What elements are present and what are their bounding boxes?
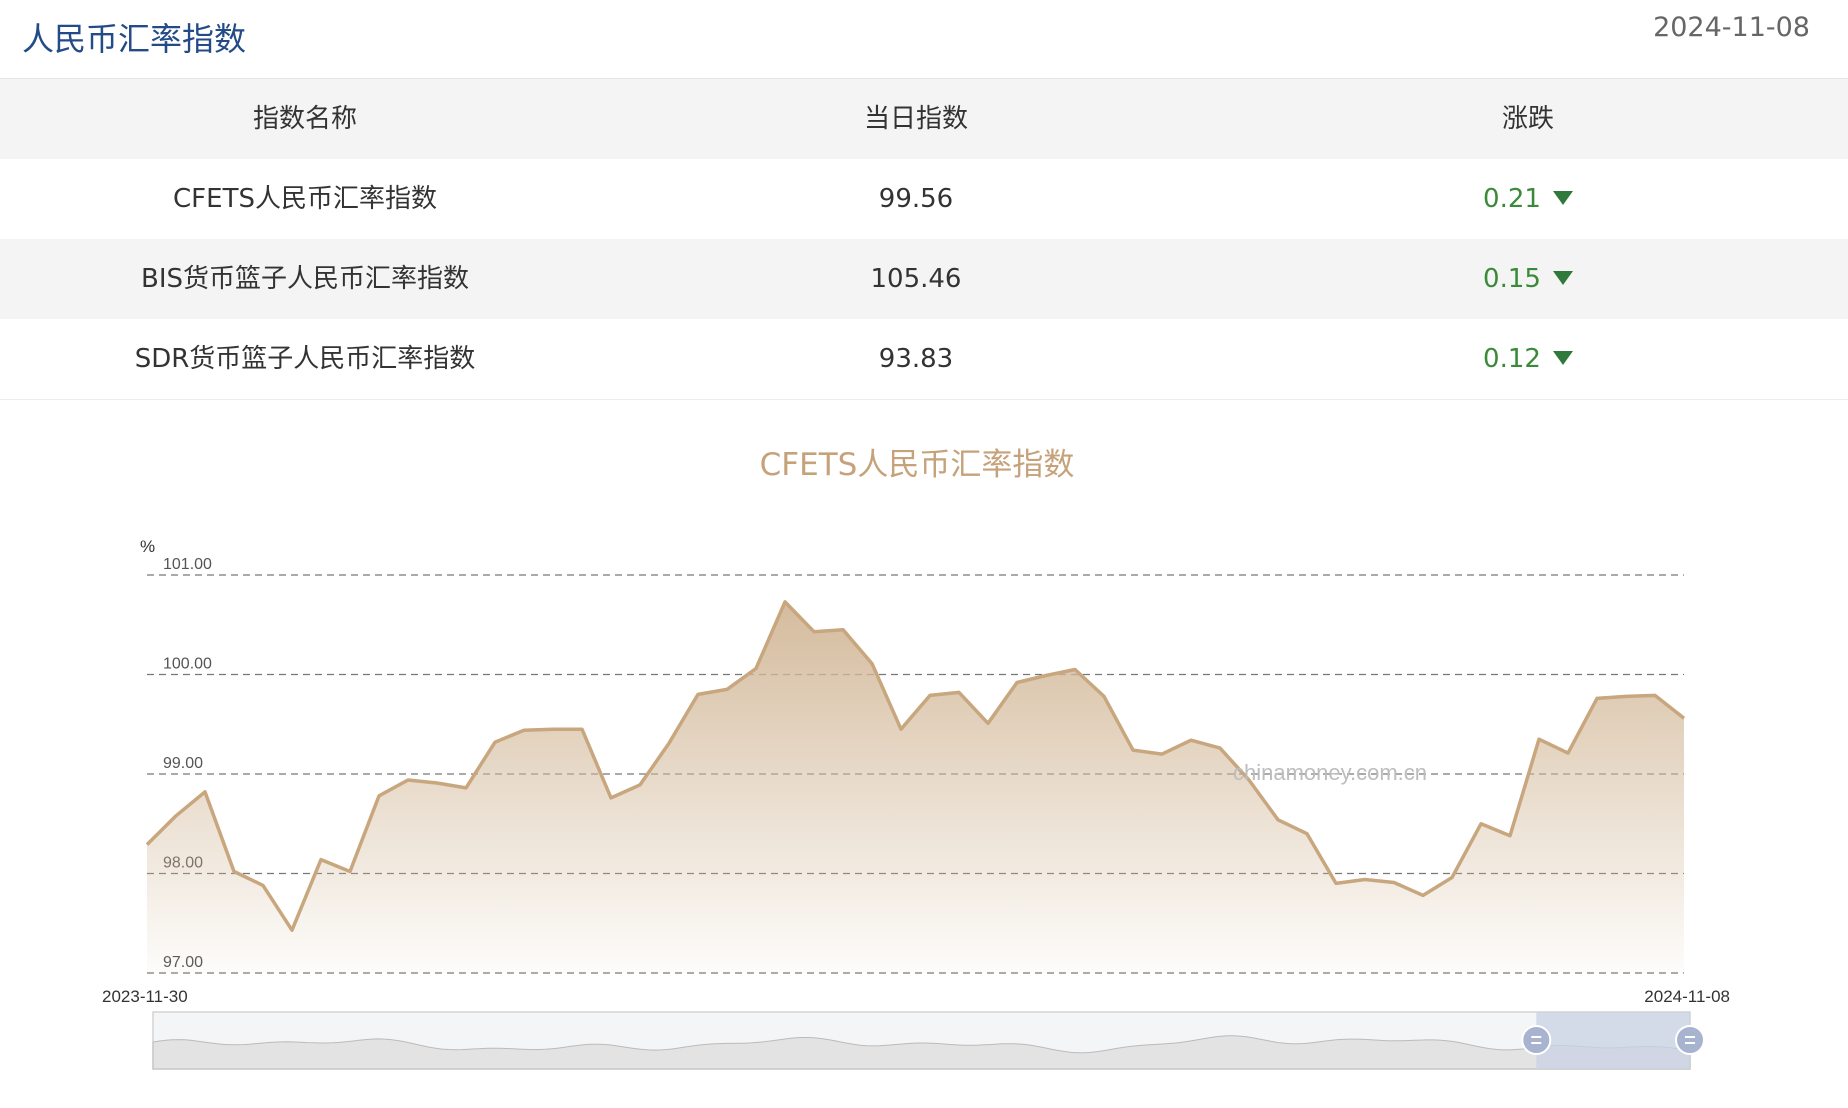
- page-header: 人民币汇率指数 2024-11-08: [0, 0, 1848, 79]
- change-value: 0.12: [1483, 344, 1541, 374]
- down-triangle-icon: [1552, 350, 1573, 365]
- table-header-row: 指数名称 当日指数 涨跌: [0, 79, 1848, 159]
- column-header-value: 当日指数: [863, 104, 968, 134]
- y-tick-label: 99.00: [163, 755, 203, 772]
- navigator-handle-right[interactable]: [1675, 1025, 1705, 1055]
- index-change: 0.15: [1222, 239, 1834, 319]
- y-axis-unit: %: [140, 537, 155, 556]
- index-value: 99.56: [878, 184, 954, 214]
- index-name: BIS货币篮子人民币汇率指数: [140, 264, 469, 294]
- column-header-name: 指数名称: [252, 104, 357, 134]
- table-row: BIS货币篮子人民币汇率指数 105.46 0.15: [0, 239, 1848, 319]
- handle-circle[interactable]: [1675, 1025, 1705, 1055]
- index-name: CFETS人民币汇率指数: [173, 184, 437, 214]
- change-value: 0.21: [1483, 184, 1541, 214]
- range-navigator[interactable]: [152, 1011, 1705, 1070]
- chart-title: CFETS人民币汇率指数: [760, 447, 1075, 483]
- index-value: 93.83: [878, 344, 954, 374]
- page-date: 2024-11-08: [1653, 12, 1810, 43]
- x-range-end-label: 2024-11-08: [1644, 987, 1730, 1006]
- table-row: CFETS人民币汇率指数 99.56 0.21: [0, 159, 1848, 239]
- page-title: 人民币汇率指数: [22, 20, 247, 58]
- cfets-index-chart: CFETS人民币汇率指数 % 101.00100.0099.0098.0097.…: [102, 447, 1730, 1070]
- down-triangle-icon: [1552, 190, 1573, 205]
- index-name: SDR货币篮子人民币汇率指数: [134, 344, 476, 374]
- x-range-start-label: 2023-11-30: [102, 987, 188, 1006]
- index-change: 0.12: [1222, 319, 1834, 399]
- table-row: SDR货币篮子人民币汇率指数 93.83 0.12: [0, 319, 1848, 400]
- navigator-handle-left[interactable]: [1521, 1025, 1552, 1055]
- index-table: 指数名称 当日指数 涨跌 CFETS人民币汇率指数 99.56 0.21 BIS…: [0, 79, 1848, 400]
- index-value: 105.46: [870, 264, 962, 294]
- index-change: 0.21: [1222, 159, 1834, 239]
- area-fill: [147, 601, 1684, 973]
- change-value: 0.15: [1483, 264, 1541, 294]
- y-tick-label: 100.00: [163, 656, 212, 673]
- column-header-change: 涨跌: [1501, 104, 1554, 134]
- navigator-window[interactable]: [1536, 1012, 1690, 1069]
- handle-circle[interactable]: [1521, 1025, 1552, 1055]
- watermark: chinamoney.com.cn: [1233, 760, 1427, 785]
- y-tick-label: 101.00: [163, 556, 212, 573]
- down-triangle-icon: [1552, 270, 1573, 285]
